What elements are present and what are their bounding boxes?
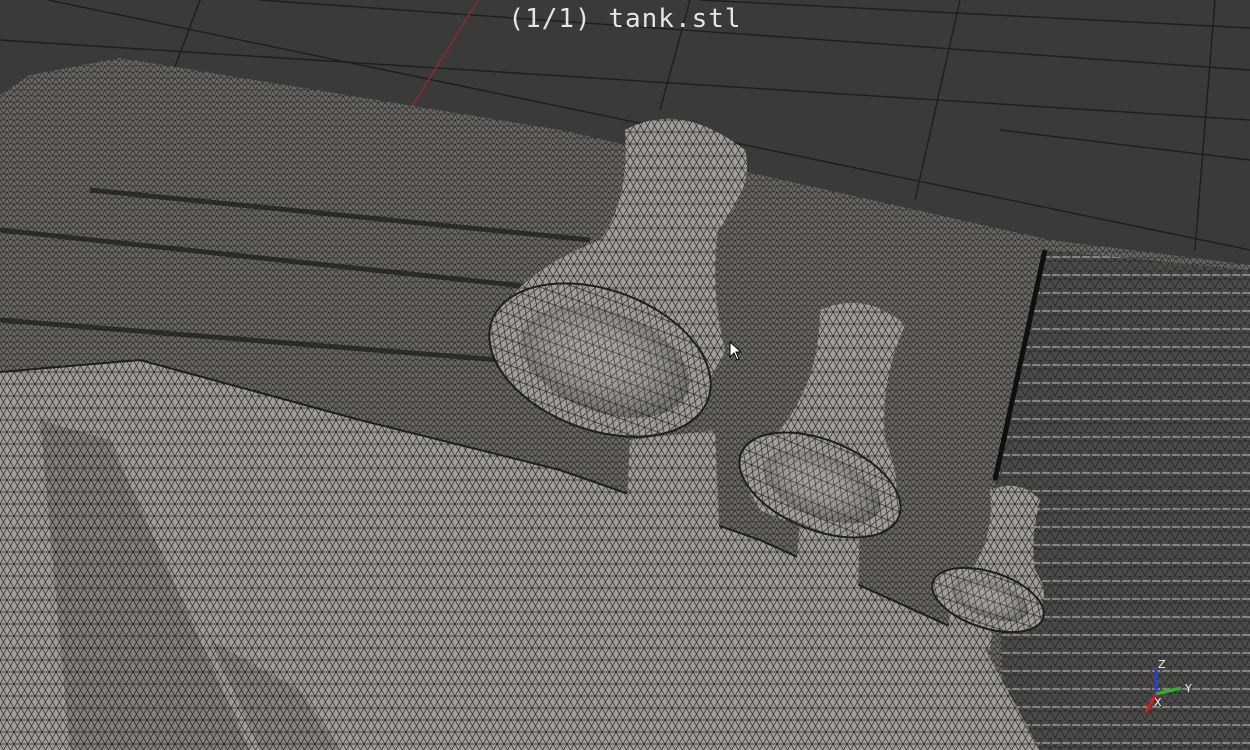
mouse-cursor-icon xyxy=(729,341,743,361)
orientation-gizmo[interactable]: Z Y X xyxy=(1136,656,1196,716)
post-left xyxy=(625,430,720,545)
3d-viewport[interactable] xyxy=(0,0,1250,750)
x-axis-grid-line xyxy=(404,0,479,119)
y-axis-arrow xyxy=(1155,686,1182,696)
z-axis-label: Z xyxy=(1158,658,1166,671)
x-axis-label: X xyxy=(1154,696,1162,709)
y-axis-label: Y xyxy=(1185,682,1192,695)
